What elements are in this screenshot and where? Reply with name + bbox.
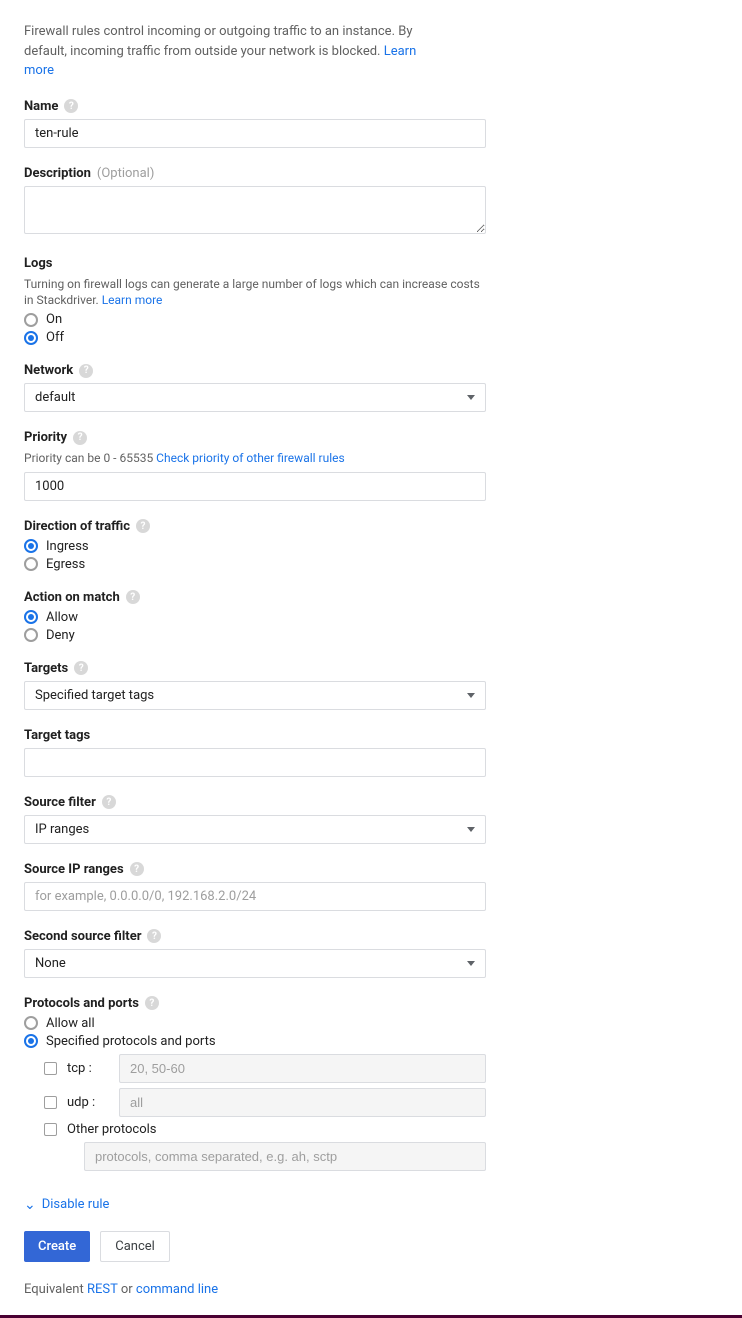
source-filter-label: Source filter	[24, 795, 96, 810]
help-icon[interactable]: ?	[73, 431, 87, 445]
help-icon[interactable]: ?	[136, 519, 150, 533]
network-value: default	[35, 390, 75, 405]
help-icon[interactable]: ?	[64, 99, 78, 113]
logs-on-label: On	[46, 312, 62, 327]
priority-label: Priority	[24, 430, 67, 445]
action-allow-label: Allow	[46, 610, 78, 625]
logs-learn-more-link[interactable]: Learn more	[102, 293, 163, 307]
target-tags-label: Target tags	[24, 728, 90, 743]
second-source-select[interactable]: None	[24, 949, 486, 978]
logs-off-label: Off	[46, 330, 64, 345]
help-icon[interactable]: ?	[130, 862, 144, 876]
protocols-spec-radio[interactable]	[24, 1034, 38, 1048]
tcp-label: tcp :	[67, 1061, 109, 1076]
intro-text-body: Firewall rules control incoming or outgo…	[24, 24, 412, 59]
priority-check-link[interactable]: Check priority of other firewall rules	[156, 451, 345, 465]
description-label: Description	[24, 166, 91, 181]
protocols-allowall-radio[interactable]	[24, 1016, 38, 1030]
equiv-rest-link[interactable]: REST	[87, 1282, 118, 1297]
targets-value: Specified target tags	[35, 688, 154, 703]
udp-label: udp :	[67, 1095, 109, 1110]
direction-ingress-label: Ingress	[46, 539, 89, 554]
network-select[interactable]: default	[24, 383, 486, 412]
description-textarea[interactable]	[24, 186, 486, 234]
source-filter-select[interactable]: IP ranges	[24, 815, 486, 844]
action-deny-radio[interactable]	[24, 628, 38, 642]
action-allow-radio[interactable]	[24, 610, 38, 624]
targets-select[interactable]: Specified target tags	[24, 681, 486, 710]
help-icon[interactable]: ?	[79, 364, 93, 378]
priority-input[interactable]	[24, 472, 486, 501]
help-icon[interactable]: ?	[102, 795, 116, 809]
help-icon[interactable]: ?	[145, 996, 159, 1010]
source-ip-input[interactable]	[24, 882, 486, 911]
targets-label: Targets	[24, 661, 68, 676]
caret-down-icon	[467, 693, 475, 698]
other-protocols-checkbox[interactable]	[44, 1123, 57, 1136]
equiv-or: or	[121, 1282, 133, 1297]
network-label: Network	[24, 363, 73, 378]
second-source-value: None	[35, 956, 66, 971]
logs-off-radio[interactable]	[24, 331, 38, 345]
udp-ports-input[interactable]	[119, 1088, 486, 1117]
second-source-label: Second source filter	[24, 929, 141, 944]
protocols-label: Protocols and ports	[24, 996, 139, 1011]
intro-text: Firewall rules control incoming or outgo…	[24, 22, 444, 81]
direction-egress-radio[interactable]	[24, 557, 38, 571]
help-icon[interactable]: ?	[126, 590, 140, 604]
action-deny-label: Deny	[46, 628, 75, 643]
protocols-allowall-label: Allow all	[46, 1016, 95, 1031]
caret-down-icon	[467, 827, 475, 832]
disable-rule-label: Disable rule	[42, 1197, 110, 1212]
source-ip-label: Source IP ranges	[24, 862, 124, 877]
chevron-down-icon	[24, 1197, 36, 1213]
source-filter-value: IP ranges	[35, 822, 89, 837]
direction-egress-label: Egress	[46, 557, 85, 572]
protocols-spec-label: Specified protocols and ports	[46, 1034, 216, 1049]
direction-ingress-radio[interactable]	[24, 539, 38, 553]
equiv-cmd-link[interactable]: command line	[136, 1282, 218, 1297]
logs-help-text: Turning on firewall logs can generate a …	[24, 277, 480, 308]
equivalent-text: Equivalent REST or command line	[24, 1282, 742, 1297]
create-button[interactable]: Create	[24, 1231, 90, 1262]
equiv-prefix: Equivalent	[24, 1282, 84, 1297]
priority-help: Priority can be 0 - 65535 Check priority…	[24, 450, 486, 467]
tcp-checkbox[interactable]	[44, 1062, 57, 1075]
name-label: Name	[24, 99, 58, 114]
target-tags-input[interactable]	[24, 748, 486, 777]
disable-rule-toggle[interactable]: Disable rule	[24, 1197, 109, 1213]
other-protocols-label: Other protocols	[67, 1122, 157, 1137]
caret-down-icon	[467, 961, 475, 966]
priority-help-prefix: Priority can be 0 - 65535	[24, 451, 153, 465]
help-icon[interactable]: ?	[147, 929, 161, 943]
name-input[interactable]	[24, 119, 486, 148]
logs-label: Logs	[24, 256, 52, 271]
cancel-button[interactable]: Cancel	[100, 1231, 170, 1262]
caret-down-icon	[467, 395, 475, 400]
udp-checkbox[interactable]	[44, 1096, 57, 1109]
description-optional: (Optional)	[97, 166, 154, 181]
direction-label: Direction of traffic	[24, 519, 130, 534]
help-icon[interactable]: ?	[74, 661, 88, 675]
action-label: Action on match	[24, 590, 120, 605]
other-protocols-input[interactable]	[84, 1142, 486, 1171]
bottom-accent-bar	[0, 1315, 742, 1318]
logs-on-radio[interactable]	[24, 313, 38, 327]
tcp-ports-input[interactable]	[119, 1054, 486, 1083]
logs-help: Turning on firewall logs can generate a …	[24, 276, 486, 310]
